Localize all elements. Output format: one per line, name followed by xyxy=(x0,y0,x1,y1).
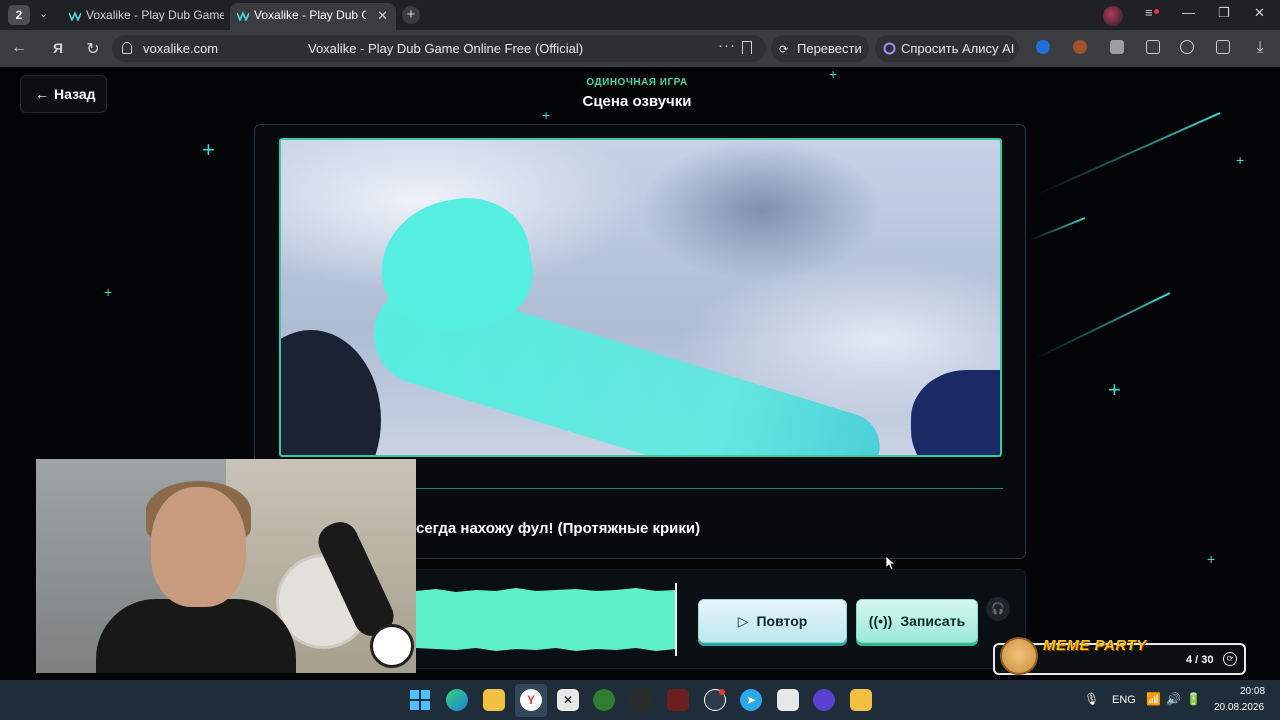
close-window-icon[interactable]: ✕ xyxy=(1254,5,1265,21)
webcam-person-body xyxy=(96,599,296,673)
battery-icon[interactable]: 🔋 xyxy=(1186,692,1201,706)
download-icon[interactable]: ⤓ xyxy=(1251,39,1269,57)
microphone-icon[interactable]: 🎙 xyxy=(1084,692,1099,706)
shield-icon xyxy=(122,42,132,54)
url-field[interactable]: voxalike.com Voxalike - Play Dub Game On… xyxy=(112,35,766,62)
minimize-icon[interactable]: — xyxy=(1182,5,1195,20)
decor-beam xyxy=(1034,292,1171,360)
extension-box-icon[interactable] xyxy=(1110,40,1124,54)
tab-count-badge[interactable]: 2 xyxy=(8,5,30,25)
tab-label: Voxalike - Play Dub Game Online Free (Of… xyxy=(254,8,366,22)
broadcast-icon: ((•)) xyxy=(868,613,893,629)
dub-caption: сегда нахожу фул! (Протяжные крики) xyxy=(416,520,701,537)
svg-text:⟳: ⟳ xyxy=(779,43,788,55)
tab-voxalike-1[interactable]: Voxalike - Play Dub Game Online Free (Of… xyxy=(62,3,224,30)
notification-dot xyxy=(719,689,725,695)
browser-tab-bar: 2 ⌄ Voxalike - Play Dub Game Online Free… xyxy=(0,0,1280,30)
app-icon[interactable] xyxy=(630,689,652,711)
close-tab-icon[interactable]: ✕ xyxy=(377,3,388,28)
replay-button[interactable]: ▷ Повтор xyxy=(698,599,847,643)
clock-time[interactable]: 20:08 xyxy=(1240,686,1265,697)
file-explorer-icon[interactable] xyxy=(483,689,505,711)
play-icon: ▷ xyxy=(737,613,749,629)
replay-label: Повтор xyxy=(756,613,808,629)
translate-label: Перевести xyxy=(797,41,862,56)
capcut-icon[interactable]: ✕ xyxy=(557,689,579,711)
voxalike-favicon-icon xyxy=(69,11,81,21)
game-icon[interactable] xyxy=(667,689,689,711)
sparkle-icon: + xyxy=(104,284,113,300)
wifi-icon[interactable]: 📶 xyxy=(1146,692,1161,706)
url-page-title: Voxalike - Play Dub Game Online Free (Of… xyxy=(308,41,584,56)
new-tab-button[interactable]: + xyxy=(402,6,420,24)
clock-date[interactable]: 20.08.2026 xyxy=(1214,702,1264,713)
windows-start-icon[interactable] xyxy=(410,690,430,710)
webcam-person-face xyxy=(151,487,246,607)
decor-beam xyxy=(1028,217,1086,242)
alice-label: Спросить Алису AI xyxy=(901,41,1015,56)
edge-icon[interactable] xyxy=(446,689,468,711)
webcam-sticker-logo xyxy=(370,624,414,668)
yandex-home-icon[interactable]: Я xyxy=(49,40,67,56)
profile-avatar[interactable] xyxy=(1103,6,1123,26)
shield-app-icon[interactable] xyxy=(777,689,799,711)
sparkle-icon: + xyxy=(542,107,551,123)
tab-voxalike-2[interactable]: Voxalike - Play Dub Game Online Free (Of… xyxy=(230,3,396,30)
translate-icon: ⟳ xyxy=(779,43,788,55)
reload-icon[interactable]: ↻ xyxy=(84,39,102,59)
sparkle-icon: + xyxy=(1108,377,1121,402)
alice-icon xyxy=(883,42,896,55)
archive-icon[interactable] xyxy=(850,689,872,711)
record-button[interactable]: ((•)) Записать xyxy=(856,599,978,643)
meme-progress: 4 / 30 xyxy=(1186,654,1214,666)
back-arrow-icon[interactable]: ← xyxy=(10,39,28,57)
extensions-puzzle-icon[interactable] xyxy=(1146,40,1160,54)
webcam-overlay xyxy=(36,459,416,673)
audio-waveform[interactable] xyxy=(416,585,676,655)
alice-app-icon[interactable] xyxy=(813,689,835,711)
voxalike-favicon-icon xyxy=(237,11,249,21)
browser-address-bar: ← Я ↻ voxalike.com Voxalike - Play Dub G… xyxy=(0,30,1280,67)
sparkle-icon: + xyxy=(1236,152,1245,168)
extension-cookie-icon[interactable] xyxy=(1073,40,1087,54)
notification-dot xyxy=(1154,9,1159,14)
decor-beam xyxy=(1036,112,1221,196)
mouse-cursor-icon xyxy=(886,556,896,570)
scene-title: Сцена озвучки xyxy=(582,93,692,110)
playhead[interactable] xyxy=(675,583,677,656)
media-play-icon[interactable] xyxy=(1180,40,1194,54)
menu-icon[interactable]: ≡ xyxy=(1145,5,1153,20)
sparkle-icon: + xyxy=(202,137,215,162)
restore-icon[interactable]: ❐ xyxy=(1218,5,1230,21)
bookmark-icon[interactable] xyxy=(742,41,752,54)
sparkle-icon: + xyxy=(1207,551,1216,567)
collections-icon[interactable] xyxy=(1216,40,1230,54)
tab-list-chevron-icon[interactable]: ⌄ xyxy=(39,7,48,20)
video-player[interactable] xyxy=(279,138,1002,457)
headphones-icon[interactable]: 🎧 xyxy=(986,597,1010,621)
url-domain: voxalike.com xyxy=(143,41,219,56)
more-icon[interactable]: ··· xyxy=(718,37,736,54)
record-label: Записать xyxy=(900,613,966,629)
doge-icon xyxy=(1000,637,1038,675)
yandex-browser-icon[interactable]: Y xyxy=(520,689,542,711)
translate-button[interactable]: ⟳ Перевести xyxy=(771,35,869,62)
game-mode-label: ОДИНОЧНАЯ ИГРА xyxy=(586,77,688,88)
security-shield-icon[interactable] xyxy=(593,689,615,711)
meme-spin-icon: ⟳ xyxy=(1223,652,1237,666)
input-language[interactable]: ENG xyxy=(1112,694,1136,706)
extension-vpn-icon[interactable] xyxy=(1036,40,1050,54)
telegram-icon[interactable]: ➤ xyxy=(740,689,762,711)
tab-label: Voxalike - Play Dub Game Online Free (Of… xyxy=(86,8,224,22)
ask-alice-button[interactable]: Спросить Алису AI xyxy=(875,35,1019,62)
volume-icon[interactable]: 🔊 xyxy=(1166,692,1181,706)
meme-party-title: MEME PARTY xyxy=(1043,637,1147,654)
